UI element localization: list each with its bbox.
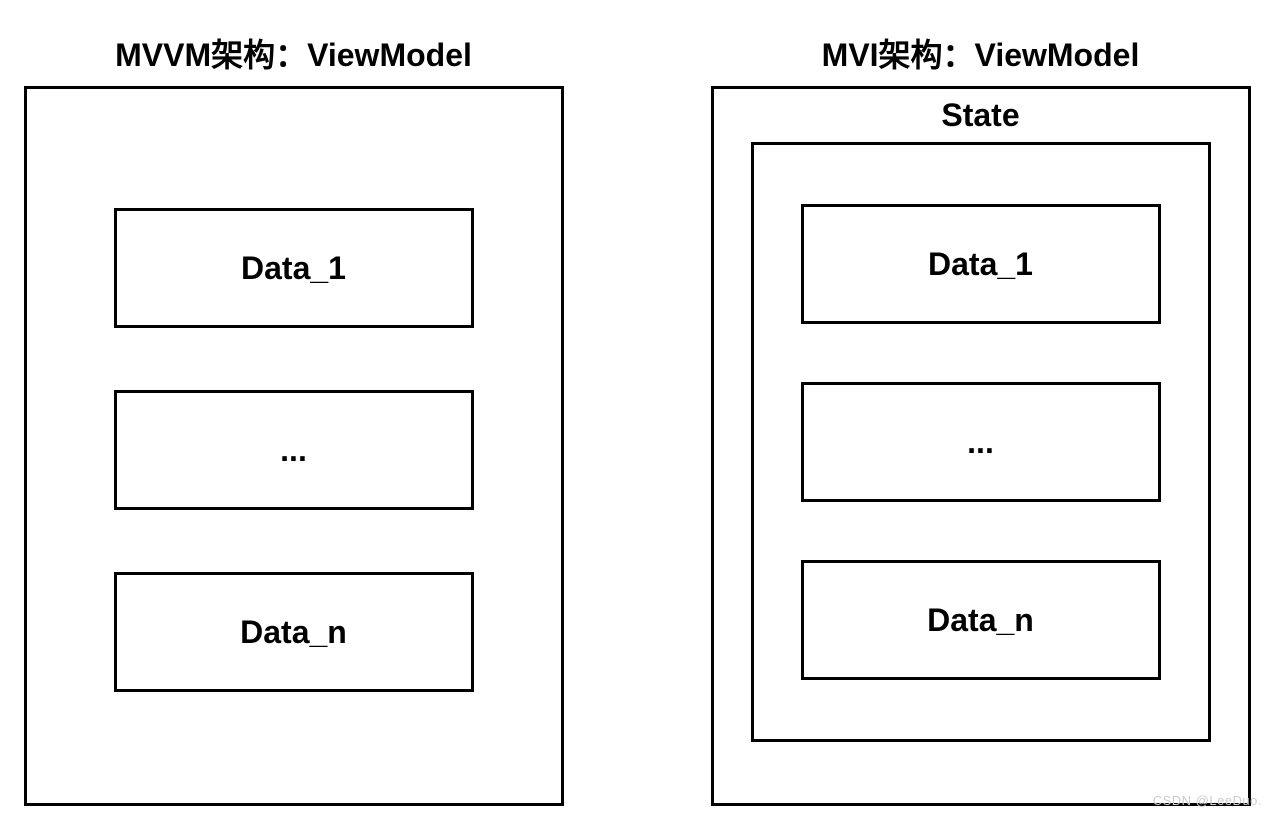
mvvm-data-box: ...: [114, 390, 474, 510]
mvi-data-box: Data_n: [801, 560, 1161, 680]
mvi-data-label: ...: [967, 424, 994, 461]
mvvm-viewmodel-box: Data_1 ... Data_n: [24, 86, 564, 806]
diagram-container: MVVM架构：ViewModel Data_1 ... Data_n MVI架构…: [0, 0, 1274, 806]
mvi-title: MVI架构：ViewModel: [822, 30, 1140, 76]
mvi-data-label: Data_n: [927, 602, 1034, 639]
mvvm-data-box: Data_1: [114, 208, 474, 328]
mvvm-panel: MVVM架构：ViewModel Data_1 ... Data_n: [20, 30, 567, 806]
mvvm-data-box: Data_n: [114, 572, 474, 692]
mvi-state-box: Data_1 ... Data_n: [751, 142, 1211, 742]
mvvm-data-label: Data_n: [240, 614, 347, 651]
watermark-text: CSDN @LeeDuo.: [1153, 793, 1262, 808]
mvi-state-label: State: [941, 97, 1019, 134]
mvi-panel: MVI架构：ViewModel State Data_1 ... Data_n: [707, 30, 1254, 806]
mvi-data-label: Data_1: [928, 246, 1033, 283]
mvvm-data-label: Data_1: [241, 250, 346, 287]
mvvm-content: Data_1 ... Data_n: [27, 97, 561, 803]
mvi-data-box: ...: [801, 382, 1161, 502]
mvi-data-box: Data_1: [801, 204, 1161, 324]
mvi-viewmodel-box: State Data_1 ... Data_n: [711, 86, 1251, 806]
mvvm-data-label: ...: [280, 432, 307, 469]
mvvm-title: MVVM架构：ViewModel: [115, 30, 472, 76]
